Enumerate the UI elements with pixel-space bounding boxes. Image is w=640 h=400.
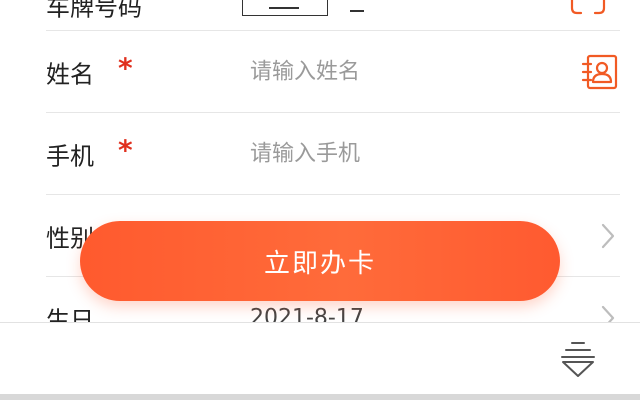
chevron-right-icon (601, 223, 615, 249)
name-row: 姓名 * (46, 31, 620, 113)
plate-row: 车牌号码 (46, 0, 620, 31)
phone-input[interactable] (250, 141, 550, 167)
plate-box-mark (269, 7, 299, 9)
birthday-label: 生日 (46, 306, 94, 323)
contact-card-icon[interactable] (580, 52, 620, 92)
phone-row: 手机 * (46, 113, 620, 195)
plate-province-box[interactable] (242, 0, 328, 16)
scan-icon[interactable] (570, 0, 606, 18)
required-mark: * (118, 133, 133, 167)
name-input[interactable] (250, 59, 550, 85)
screen: 车牌号码 姓名 * 请输入姓名 手机 * 请输入手机 性别 生日 2021-8-… (0, 0, 640, 400)
required-mark: * (118, 51, 133, 85)
phone-label: 手机 (46, 142, 94, 171)
name-label: 姓名 (46, 60, 94, 89)
bottom-bar (0, 322, 640, 395)
apply-card-button[interactable]: 立即办卡 (80, 221, 560, 301)
chevron-right-icon (601, 305, 615, 322)
screen-bottom-edge (0, 394, 640, 400)
plate-label: 车牌号码 (46, 0, 142, 22)
collapse-down-icon[interactable] (560, 339, 596, 379)
birthday-value: 2021-8-17 (250, 305, 364, 323)
plate-separator (350, 10, 364, 12)
